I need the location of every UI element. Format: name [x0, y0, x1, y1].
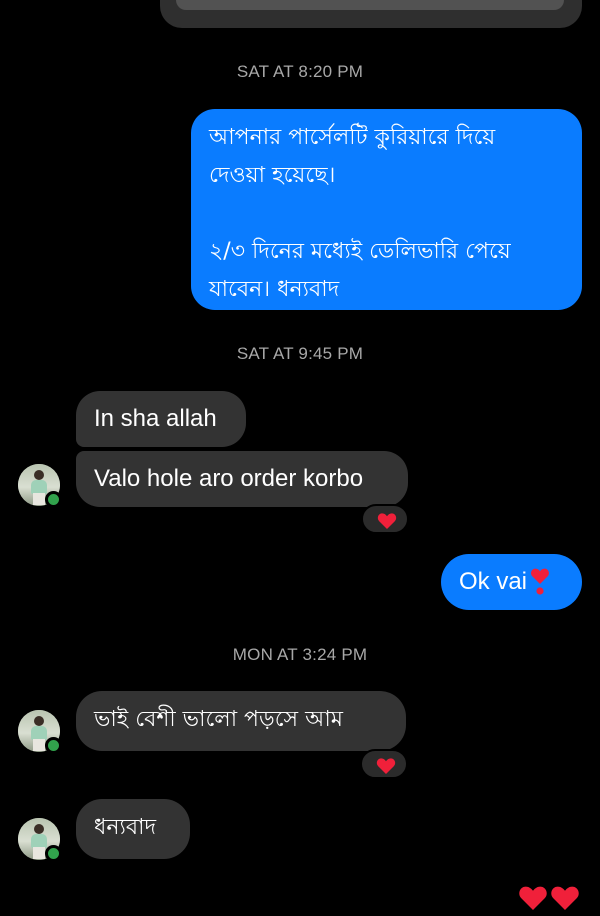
message-text: In sha allah	[94, 405, 217, 432]
incoming-message-bubble[interactable]: ধন্যবাদ	[76, 799, 190, 859]
heart-icon	[376, 757, 396, 774]
previous-message-preview[interactable]	[176, 0, 564, 10]
heart-exclamation-icon	[529, 567, 551, 597]
avatar[interactable]	[18, 464, 62, 508]
message-text: ধন্যবাদ	[94, 815, 157, 840]
incoming-message-bubble[interactable]: In sha allah	[76, 391, 246, 447]
heart-icon	[550, 884, 580, 910]
timestamp: SAT AT 8:20 PM	[236, 62, 364, 81]
message-text: Ok vai	[459, 568, 528, 595]
heart-icon	[518, 884, 548, 910]
outgoing-message-bubble[interactable]: Ok vai	[441, 554, 582, 610]
online-status-dot	[45, 491, 62, 508]
incoming-message-bubble[interactable]: Valo hole aro order korbo	[76, 451, 408, 507]
avatar[interactable]	[18, 710, 62, 754]
incoming-message-bubble[interactable]: ভাই বেশী ভালো পড়সে আম	[76, 691, 406, 751]
online-status-dot	[45, 845, 62, 862]
timestamp: SAT AT 9:45 PM	[236, 344, 364, 363]
avatar[interactable]	[18, 818, 62, 862]
outgoing-message-bubble[interactable]: আপনার পার্সেলটি কুরিয়ারে দিয়ে দেওয়া হ…	[191, 109, 582, 310]
online-status-dot	[45, 737, 62, 754]
heart-icon	[377, 512, 397, 529]
message-text: Valo hole aro order korbo	[94, 465, 364, 492]
message-reaction[interactable]	[361, 504, 409, 534]
message-text: ভাই বেশী ভালো পড়সে আম	[94, 707, 343, 732]
message-reaction[interactable]	[360, 749, 408, 779]
message-text: আপনার পার্সেলটি কুরিয়ারে দিয়ে দেওয়া হ…	[209, 125, 511, 302]
timestamp: MON AT 3:24 PM	[232, 645, 368, 664]
